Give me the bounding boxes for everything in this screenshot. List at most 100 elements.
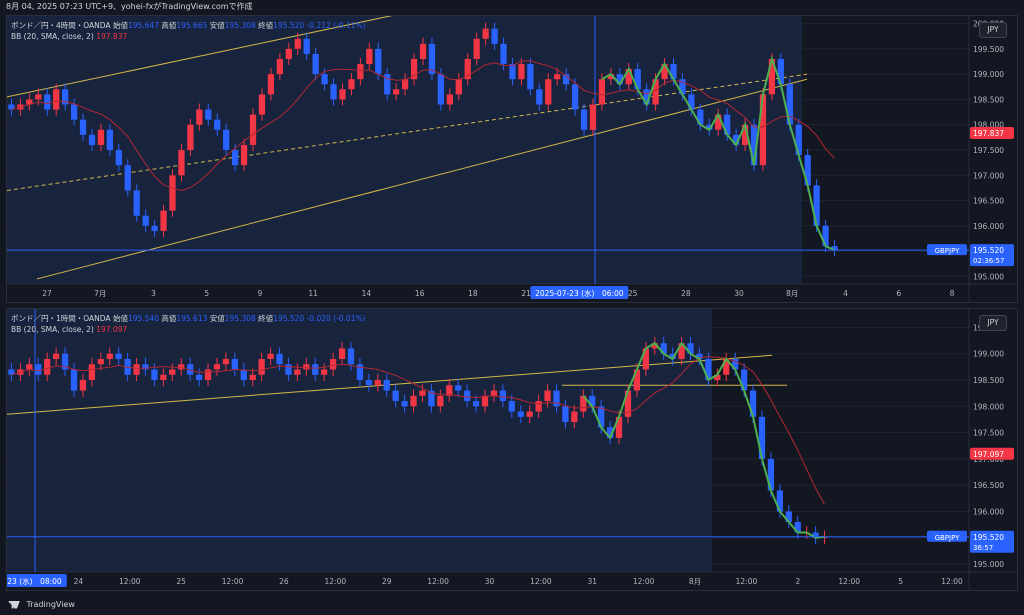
candle-body bbox=[527, 64, 534, 90]
y-tick-label: 196.500 bbox=[973, 481, 1004, 490]
candle-body bbox=[571, 84, 579, 110]
candle-body bbox=[285, 48, 292, 59]
candle-body bbox=[464, 390, 471, 402]
candle-body bbox=[223, 129, 230, 150]
candle-body bbox=[70, 104, 78, 120]
y-tick-label: 197.000 bbox=[973, 171, 1004, 180]
change-value: -0.020 (-0.01%) bbox=[306, 314, 366, 323]
y-tick-label: 196.000 bbox=[973, 508, 1004, 517]
candle-body bbox=[472, 401, 480, 407]
x-tick-label: 30 bbox=[734, 289, 744, 298]
candle-body bbox=[490, 390, 498, 396]
candle-body bbox=[88, 134, 96, 145]
x-tick-label: 12:00 bbox=[633, 577, 655, 586]
chart-title: ポンド／円・1時間・OANDA bbox=[11, 314, 111, 323]
candle-body bbox=[160, 210, 167, 231]
x-tick-label: 8 bbox=[950, 289, 955, 298]
candle-body bbox=[133, 364, 140, 375]
bb-value-label: 197.097 bbox=[973, 450, 1004, 459]
x-tick-label: 11 bbox=[308, 289, 318, 298]
candle-body bbox=[44, 94, 51, 110]
candle-body bbox=[178, 150, 185, 176]
candle-body bbox=[240, 144, 248, 166]
x-tick-label: 30 bbox=[485, 577, 495, 586]
y-tick-label: 195.000 bbox=[973, 560, 1004, 569]
candle-body bbox=[258, 94, 266, 115]
candle-body bbox=[491, 28, 498, 44]
candle-body bbox=[97, 358, 104, 365]
chart-title: ポンド／円・4時間・OANDA bbox=[11, 21, 111, 30]
candle-body bbox=[321, 74, 328, 85]
y-tick-label: 196.500 bbox=[973, 197, 1004, 206]
candle-body bbox=[88, 364, 96, 381]
candle-body bbox=[285, 364, 292, 375]
candle-body bbox=[535, 401, 542, 412]
y-tick-label: 199.500 bbox=[973, 45, 1004, 54]
x-tick-label: 25 bbox=[628, 289, 638, 298]
chart-canvas-4h[interactable]: 200.000199.500199.000198.500198.000197.5… bbox=[7, 16, 1017, 302]
candle-body bbox=[187, 124, 194, 150]
x-tick-label: 12:00 bbox=[736, 577, 758, 586]
price-label: 195.520 bbox=[973, 533, 1004, 542]
candle-body bbox=[455, 79, 462, 95]
candle-body bbox=[231, 150, 239, 166]
y-tick-label: 197.500 bbox=[973, 429, 1004, 438]
candle-body bbox=[482, 28, 489, 39]
candle-body bbox=[79, 380, 87, 391]
candle-body bbox=[481, 395, 489, 407]
candle-body bbox=[35, 364, 42, 375]
candle-body bbox=[169, 369, 176, 375]
y-tick-label: 196.000 bbox=[973, 222, 1004, 231]
candle-body bbox=[517, 411, 524, 417]
currency-button[interactable]: JPY bbox=[979, 22, 1007, 38]
x-tick-label: 3 bbox=[151, 289, 156, 298]
y-tick-label: 198.500 bbox=[973, 95, 1004, 104]
candle-body bbox=[446, 94, 453, 105]
candle-body bbox=[419, 43, 427, 59]
candle-body bbox=[267, 74, 275, 95]
x-tick-label: 28 bbox=[681, 289, 691, 298]
candle-body bbox=[240, 369, 247, 381]
y-tick-label: 199.000 bbox=[973, 70, 1004, 79]
highlight-region bbox=[7, 309, 712, 572]
candle-body bbox=[366, 48, 373, 65]
candle-body bbox=[267, 353, 274, 359]
x-tick-label: 2 bbox=[795, 577, 800, 586]
x-tick-label: 16 bbox=[415, 289, 425, 298]
candle-body bbox=[393, 89, 400, 95]
candle-body bbox=[419, 390, 426, 396]
chart-panel-1h[interactable]: ポンド／円・1時間・OANDA 始値195.540 高値195.613 安値19… bbox=[6, 308, 1018, 591]
candle-body bbox=[437, 74, 445, 105]
candle-body bbox=[312, 364, 319, 375]
candle-body bbox=[249, 114, 257, 145]
x-tick-label: 12:00 bbox=[838, 577, 860, 586]
footer-brand: TradingView bbox=[26, 600, 75, 609]
candle-body bbox=[339, 89, 346, 100]
candle-body bbox=[249, 374, 256, 381]
x-tick-label: -07-23 (水) 08:00 bbox=[7, 576, 62, 586]
candle-body bbox=[329, 358, 337, 370]
candle-body bbox=[383, 380, 390, 391]
x-tick-label: 29 bbox=[382, 577, 392, 586]
candle-body bbox=[160, 374, 167, 381]
candle-body bbox=[509, 64, 516, 80]
candle-body bbox=[142, 215, 149, 226]
x-tick-label: 31 bbox=[588, 577, 598, 586]
y-tick-label: 198.500 bbox=[973, 376, 1004, 385]
bb-value-label: 197.837 bbox=[973, 129, 1004, 138]
chart-panel-4h[interactable]: ポンド／円・4時間・OANDA 始値195.647 高値195.665 安値19… bbox=[6, 15, 1018, 303]
candle-body bbox=[526, 411, 533, 417]
chart-canvas-1h[interactable]: 199.500199.000198.500198.000197.500197.0… bbox=[7, 309, 1017, 590]
candle-body bbox=[276, 353, 283, 365]
candle-body bbox=[213, 364, 221, 370]
y-tick-label: 197.500 bbox=[973, 146, 1004, 155]
candle-body bbox=[53, 353, 60, 359]
currency-button[interactable]: JPY bbox=[979, 315, 1007, 331]
candle-body bbox=[321, 369, 328, 375]
header-attribution: 8月 04, 2025 07:23 UTC+9、yohei-fxがTrading… bbox=[0, 0, 1024, 14]
x-tick-label: 8月 bbox=[786, 289, 798, 298]
x-tick-label: 25 bbox=[176, 577, 186, 586]
candle-body bbox=[196, 109, 203, 125]
candle-body bbox=[357, 64, 364, 80]
x-tick-label: 27 bbox=[42, 289, 52, 298]
